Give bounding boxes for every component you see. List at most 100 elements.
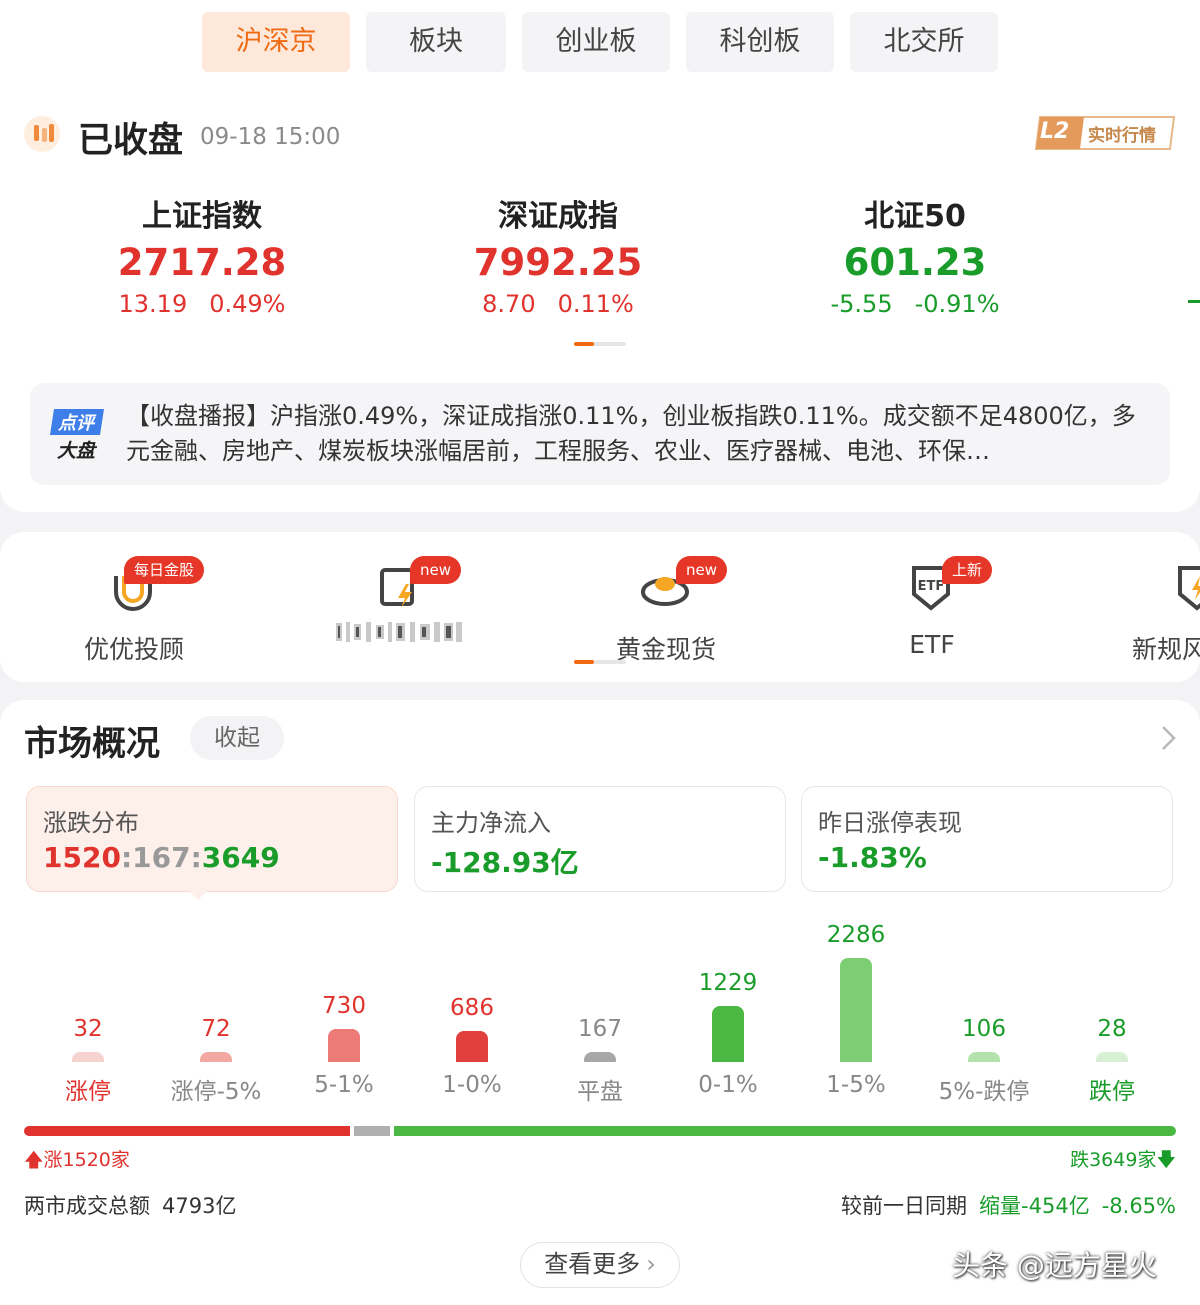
index-change: 13.19 0.49% bbox=[82, 288, 322, 320]
distribution-bar bbox=[456, 1031, 488, 1062]
index-change-points: 13.19 bbox=[118, 290, 188, 318]
l2-realtime-badge[interactable]: L2 实时行情 bbox=[1034, 116, 1176, 150]
closing-report[interactable]: 点评 大盘 【收盘播报】沪指涨0.49%，深证成指涨0.11%，创业板指跌0.1… bbox=[30, 383, 1170, 485]
service-gold-spot[interactable]: new 黄金现货 bbox=[576, 550, 756, 670]
up-down-ratio-bar bbox=[24, 1126, 1176, 1136]
service-advisor[interactable]: 每日金股 优优投顾 bbox=[44, 550, 224, 670]
index-pager bbox=[574, 342, 626, 346]
service-label: 新规风 bbox=[1132, 635, 1200, 664]
index-bse50[interactable]: 北证50 601.23 -5.55 -0.91% bbox=[795, 196, 1035, 320]
bar-value-label: 730 bbox=[322, 993, 366, 1019]
bar-value-label: 1229 bbox=[698, 970, 758, 996]
ratio-up-segment bbox=[24, 1126, 350, 1136]
market-closed-label: 已收盘 bbox=[78, 121, 184, 161]
bar-value-label: 686 bbox=[450, 995, 494, 1021]
distribution-column: 686 1-0% bbox=[408, 910, 536, 1110]
ratio-down-segment bbox=[394, 1126, 1176, 1136]
distribution-bar bbox=[328, 1029, 360, 1062]
bar-value-label: 72 bbox=[201, 1016, 231, 1042]
index-name: 上证指数 bbox=[142, 199, 262, 234]
bar-value-label: 2286 bbox=[826, 922, 886, 948]
blurred-service-label bbox=[336, 622, 462, 642]
stat-card-distribution[interactable]: 涨跌分布 1520:167:3649 bbox=[26, 786, 398, 892]
pager-active-dot bbox=[574, 342, 594, 346]
bar-category-label: 1-5% bbox=[826, 1072, 886, 1098]
market-overview-title: 市场概况 bbox=[24, 724, 160, 764]
index-change-pct: -0.91% bbox=[914, 290, 1000, 318]
stat-card-limit-up-performance[interactable]: 昨日涨停表现 -1.83% bbox=[801, 786, 1173, 892]
turnover-label: 两市成交总额 bbox=[24, 1194, 150, 1218]
l2-label: 实时行情 bbox=[1088, 126, 1156, 146]
stat-label: 昨日涨停表现 bbox=[818, 809, 962, 837]
distribution-column: 2286 1-5% bbox=[792, 910, 920, 1110]
service-new-rules[interactable]: 新规风 bbox=[1108, 550, 1200, 670]
service-blurred[interactable]: new bbox=[310, 550, 490, 670]
bar-category-label: 涨停-5% bbox=[170, 1079, 262, 1105]
compare-pct: -8.65% bbox=[1101, 1194, 1176, 1218]
bar-category-label: 0-1% bbox=[698, 1072, 758, 1098]
l2-code: L2 bbox=[1040, 119, 1070, 144]
turnover-compare: 较前一日同期 缩量-454亿 -8.65% bbox=[841, 1190, 1176, 1220]
up-count: 1520 bbox=[43, 841, 121, 874]
close-time: 09-18 15:00 bbox=[200, 124, 341, 150]
next-index-peek bbox=[1188, 300, 1200, 303]
index-value: 601.23 bbox=[843, 241, 987, 284]
bar-value-label: 106 bbox=[962, 1016, 1006, 1042]
candlestick-icon bbox=[24, 116, 60, 152]
distribution-column: 106 5%-跌停 bbox=[920, 910, 1048, 1110]
distribution-column: 28 跌停 bbox=[1048, 910, 1176, 1110]
compare-label: 较前一日同期 bbox=[841, 1194, 968, 1218]
distribution-column: 730 5-1% bbox=[280, 910, 408, 1110]
service-label: ETF bbox=[909, 630, 955, 659]
bar-value-label: 32 bbox=[73, 1016, 103, 1042]
tab-star-market[interactable]: 科创板 bbox=[686, 12, 834, 72]
distribution-bar bbox=[840, 958, 872, 1062]
bar-category-label: 涨停 bbox=[65, 1079, 111, 1105]
bar-category-label: 平盘 bbox=[577, 1079, 623, 1105]
tab-hushenjing[interactable]: 沪深京 bbox=[202, 12, 350, 72]
arrow-down-icon: 🡇 bbox=[1156, 1149, 1176, 1171]
distribution-bar bbox=[968, 1052, 1000, 1062]
stat-label: 涨跌分布 bbox=[43, 809, 139, 837]
index-shenzhen[interactable]: 深证成指 7992.25 8.70 0.11% bbox=[438, 196, 678, 320]
bar-category-label: 跌停 bbox=[1089, 1079, 1135, 1105]
down-total: 跌3649家🡇 bbox=[1070, 1145, 1176, 1178]
stat-label: 主力净流入 bbox=[431, 809, 551, 837]
distribution-bar bbox=[1096, 1052, 1128, 1062]
distribution-ratio: 1520:167:3649 bbox=[43, 841, 280, 874]
index-change-pct: 0.11% bbox=[557, 290, 634, 318]
up-total: 🡅涨1520家 bbox=[24, 1145, 130, 1178]
index-shanghai[interactable]: 上证指数 2717.28 13.19 0.49% bbox=[82, 196, 322, 320]
arrow-up-icon: 🡅 bbox=[24, 1149, 44, 1171]
down-total-label: 跌3649家 bbox=[1070, 1149, 1157, 1171]
index-change: -5.55 -0.91% bbox=[795, 288, 1035, 320]
bar-category-label: 1-0% bbox=[442, 1072, 502, 1098]
distribution-bar bbox=[72, 1052, 104, 1062]
view-more-label: 查看更多 bbox=[544, 1250, 641, 1278]
service-etf[interactable]: ETF 上新 ETF bbox=[842, 550, 1022, 670]
service-badge: new bbox=[410, 556, 462, 584]
view-more-button[interactable]: 查看更多 › bbox=[520, 1242, 680, 1288]
chevron-right-icon[interactable] bbox=[1158, 724, 1180, 752]
bar-value-label: 28 bbox=[1097, 1016, 1127, 1042]
service-badge: 上新 bbox=[942, 556, 993, 584]
index-value: 7992.25 bbox=[473, 241, 643, 284]
stat-card-net-inflow[interactable]: 主力净流入 -128.93亿 bbox=[414, 786, 786, 892]
tab-chinext[interactable]: 创业板 bbox=[522, 12, 670, 72]
bar-category-label: 5%-跌停 bbox=[938, 1079, 1030, 1105]
report-text: 【收盘播报】沪指涨0.49%，深证成指涨0.11%，创业板指跌0.11%。成交额… bbox=[126, 402, 1136, 465]
tab-sector[interactable]: 板块 bbox=[366, 12, 506, 72]
distribution-bar bbox=[584, 1052, 616, 1062]
distribution-column: 32 涨停 bbox=[24, 910, 152, 1110]
compare-volume: 缩量-454亿 bbox=[979, 1194, 1090, 1218]
pager-active-dot bbox=[574, 660, 594, 664]
flat-count: 167 bbox=[132, 841, 191, 874]
up-total-label: 涨1520家 bbox=[43, 1149, 130, 1171]
collapse-button[interactable]: 收起 bbox=[190, 716, 284, 760]
shield-icon bbox=[1178, 566, 1200, 611]
service-badge: 每日金股 bbox=[124, 556, 205, 584]
tab-bse[interactable]: 北交所 bbox=[850, 12, 998, 72]
services-card: 每日金股 优优投顾 new new 黄金现货 ETF 上新 ETF 新规风 bbox=[0, 532, 1200, 682]
svg-text:ETF: ETF bbox=[918, 579, 945, 594]
turnover: 两市成交总额 4793亿 bbox=[24, 1190, 236, 1220]
